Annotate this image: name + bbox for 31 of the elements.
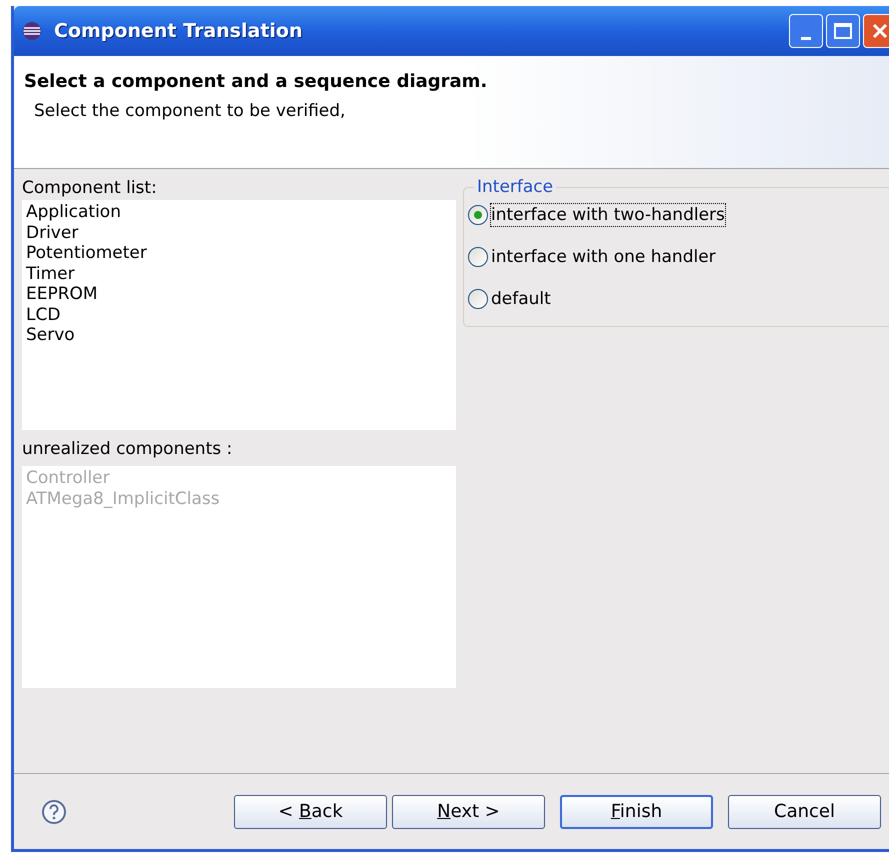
component-list[interactable]: Application Driver Potentiometer Timer EEPROM LCD Servo [22,200,456,430]
radio-button[interactable] [468,205,488,225]
maximize-button[interactable] [826,14,860,48]
dialog-button[interactable]: Cancel [728,794,881,828]
list-item: ATMega8_ImplicitClass [26,488,221,509]
list-item[interactable]: Potentiometer [26,243,456,264]
dialog-button[interactable]: < Back [234,794,387,828]
list-item[interactable]: Driver [26,222,456,243]
radio-label[interactable]: interface with two-handlers [491,204,725,226]
list-item[interactable]: EEPROM [26,284,456,304]
close-button[interactable] [863,14,889,48]
list-item: Controller [26,468,111,488]
header-title: Select a component and a sequence diagram. [24,70,488,94]
dialog-button[interactable]: Finish [560,794,713,828]
header-description: Select the component to be verified, [34,100,346,123]
list-label: Component list: [22,177,158,199]
help-icon[interactable] [41,798,67,824]
radio-label[interactable]: interface with one handler [491,246,716,268]
list-item[interactable]: Application [26,202,456,222]
minimize-button[interactable] [789,14,823,48]
list-item[interactable]: Timer [26,264,456,284]
list-item[interactable]: Servo [26,325,456,346]
window-title: Component Translation [54,18,304,44]
radio-label[interactable]: default [491,288,551,310]
list-label: unrealized components : [22,438,234,460]
sphere-icon [22,21,42,41]
dialog-button[interactable]: Next > [392,794,545,828]
close-icon [871,22,889,40]
radio-button[interactable] [468,247,488,267]
radio-button[interactable] [468,289,488,309]
list-item[interactable]: LCD [26,304,456,325]
